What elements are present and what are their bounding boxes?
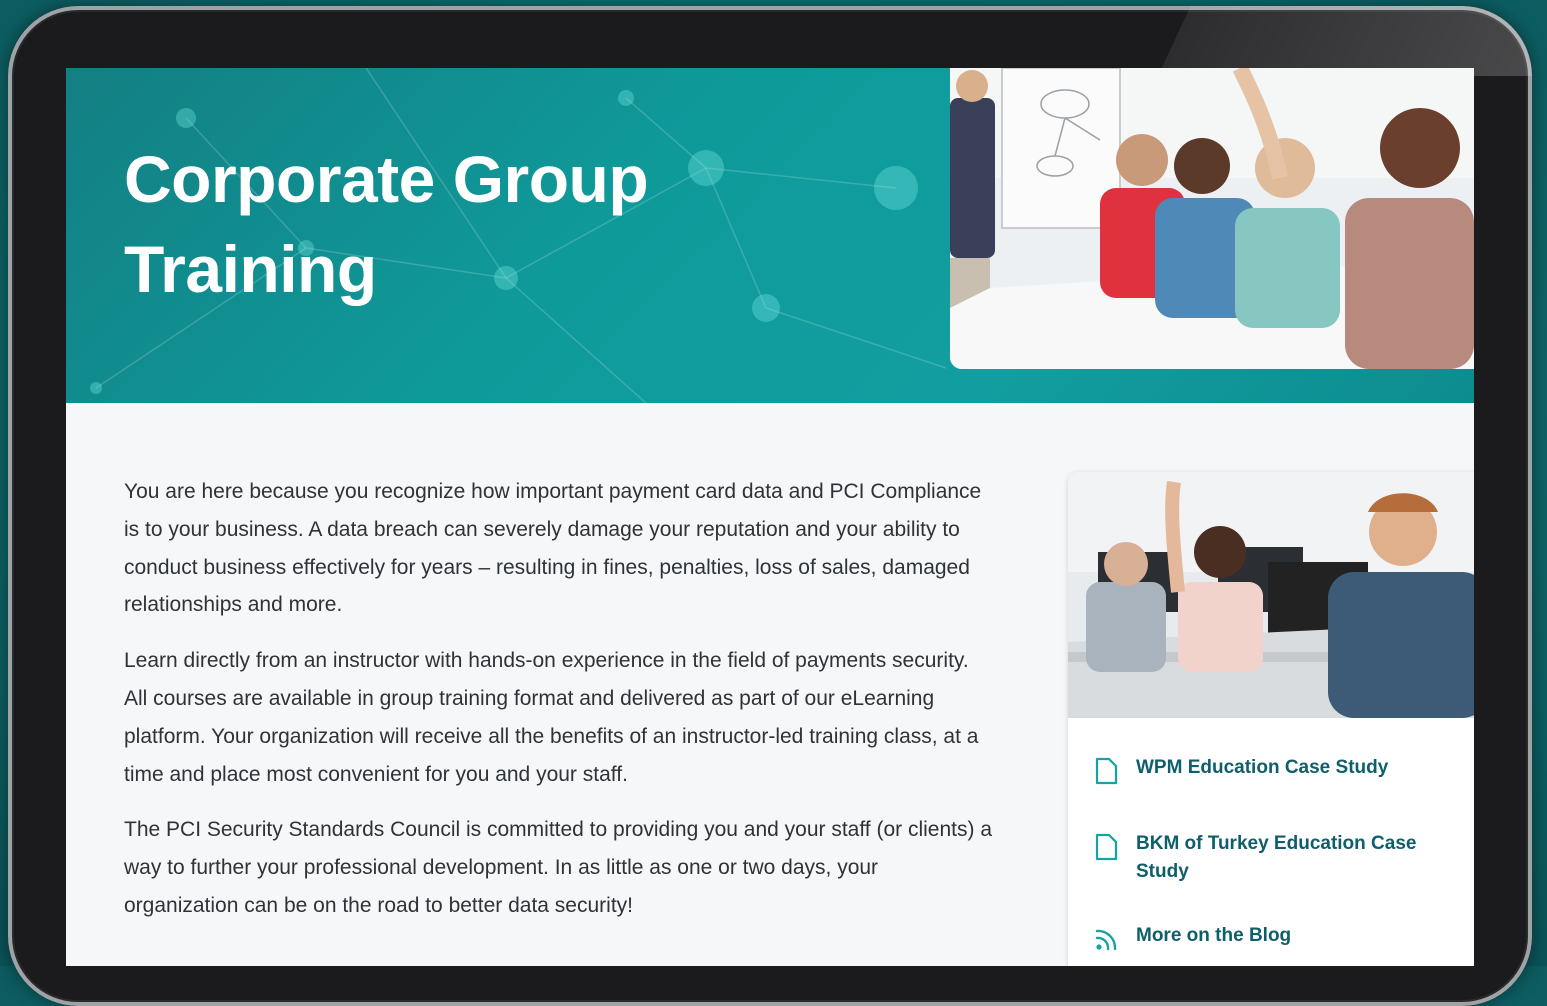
intro-text: You are here because you recognize how i…	[124, 473, 994, 943]
page-title: Corporate Group Training	[124, 142, 649, 306]
intro-paragraph: The PCI Security Standards Council is co…	[124, 818, 993, 917]
screen-glare	[1158, 6, 1532, 76]
classroom-photo	[950, 68, 1474, 369]
link-wpm-case-study[interactable]: WPM Education Case Study	[1092, 754, 1472, 786]
link-label[interactable]: BKM of Turkey Education Case Study	[1136, 830, 1472, 886]
link-blog[interactable]: More on the Blog	[1092, 922, 1472, 954]
hero-banner: Corporate Group Training	[66, 68, 1474, 403]
link-label[interactable]: More on the Blog	[1136, 922, 1291, 950]
intro-paragraph: You are here because you recognize how i…	[124, 480, 982, 617]
resources-card: WPM Education Case Study BKM of Turkey E…	[1068, 472, 1474, 966]
document-icon	[1095, 757, 1118, 785]
link-bkm-case-study[interactable]: BKM of Turkey Education Case Study	[1092, 830, 1472, 886]
document-icon	[1095, 833, 1118, 861]
rss-icon	[1095, 929, 1117, 951]
intro-paragraph: Learn directly from an instructor with h…	[124, 649, 979, 786]
link-label[interactable]: WPM Education Case Study	[1136, 754, 1388, 782]
web-page: Corporate Group Training You are here be…	[66, 68, 1474, 966]
students-photo	[1068, 472, 1474, 718]
resource-links: WPM Education Case Study BKM of Turkey E…	[1092, 754, 1472, 966]
